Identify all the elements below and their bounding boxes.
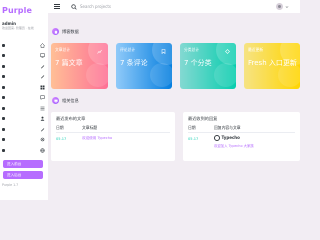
stat-card-comments[interactable]: 评论总计 7 条评论 [116, 43, 172, 89]
brand-name: Purple [2, 5, 32, 15]
brand-logo[interactable]: Purple [0, 0, 48, 20]
monitor-icon [39, 53, 45, 59]
dot-icon [2, 96, 5, 100]
menu-icon[interactable] [54, 3, 62, 11]
panel-title: 最近发布的文章 [56, 116, 86, 121]
sidebar-item-write[interactable] [0, 61, 48, 72]
sidebar-item-comments[interactable] [0, 93, 48, 104]
sidebar-item-dashboard[interactable] [0, 51, 48, 62]
dot-icon [2, 117, 5, 121]
table-row[interactable]: 05.17 欢迎使用 Typecho [56, 134, 170, 144]
sidebar-item-edit[interactable] [0, 124, 48, 135]
comment-content: Typecho 欢迎加入 Typecho 大家族 [214, 134, 254, 148]
sidebar: Purple admin 欢迎回来, 管理员 · 在线 进入前台 进入后台 Pu… [0, 0, 48, 200]
user-icon [39, 116, 45, 122]
sidebar-item-users[interactable] [0, 114, 48, 125]
sidebar-item-categories[interactable] [0, 103, 48, 114]
chart-icon [97, 49, 102, 54]
sidebar-item-settings[interactable] [0, 135, 48, 146]
divider [56, 132, 170, 133]
comment-icon [39, 95, 45, 101]
table-header: 日期 文章标题 [56, 124, 170, 131]
post-title-link[interactable]: 欢迎使用 Typecho [82, 136, 112, 141]
frontend-button[interactable]: 进入前台 [3, 160, 43, 168]
sidebar-item-manage[interactable] [0, 82, 48, 93]
typecho-logo-text: Typecho [221, 135, 240, 140]
section-title: 相关信息 [62, 97, 79, 103]
list-icon [39, 105, 45, 111]
stat-label: 最近更新 [248, 47, 264, 52]
home-icon [52, 28, 59, 35]
column-header-title: 文章标题 [82, 124, 98, 130]
grid-icon [39, 84, 45, 90]
column-header-content: 回复内容与文章 [214, 124, 241, 130]
profile[interactable]: admin 欢迎回来, 管理员 · 在线 [0, 20, 48, 37]
typecho-logo: Typecho [214, 134, 240, 141]
globe-icon [39, 147, 45, 153]
table-header: 日期 回复内容与文章 [188, 124, 295, 131]
recent-posts-panel: 最近发布的文章 日期 文章标题 05.17 欢迎使用 Typecho [51, 112, 175, 161]
search-icon [71, 3, 77, 10]
bookmark-icon [161, 49, 166, 54]
dot-icon [2, 75, 5, 79]
dot-icon [2, 85, 5, 89]
panel-title: 最近收到的回复 [188, 116, 218, 121]
topbar [48, 0, 300, 13]
divider [188, 132, 295, 133]
row-date: 05.17 [188, 136, 199, 141]
dot-icon [2, 43, 5, 47]
sidebar-item-site[interactable] [0, 145, 48, 156]
section-title: 博客数据 [62, 28, 79, 34]
stat-card-posts[interactable]: 文章总计 7 篇文章 [51, 43, 108, 89]
dot-icon [2, 106, 5, 110]
sidebar-item-page[interactable] [0, 72, 48, 83]
row-date: 05.17 [56, 136, 67, 141]
comment-link[interactable]: 欢迎加入 Typecho 大家族 [214, 143, 254, 148]
backend-button[interactable]: 进入后台 [3, 171, 43, 179]
stat-value: 7 篇文章 [55, 59, 83, 67]
stat-value: 7 个分类 [184, 59, 212, 67]
monitor-icon [52, 97, 59, 104]
home-icon [39, 42, 45, 48]
pen-icon [39, 74, 45, 80]
section-header-related-info: 相关信息 [52, 97, 79, 104]
settings-icon [39, 137, 45, 143]
sidebar-item-home[interactable] [0, 40, 48, 51]
stat-value: 7 条评论 [120, 59, 148, 67]
pen-icon [39, 63, 45, 69]
sidebar-footer: Purple 1.7 [2, 183, 19, 187]
avatar[interactable] [276, 3, 283, 10]
stat-card-categories[interactable]: 分类总计 7 个分类 [180, 43, 236, 89]
stat-card-updates[interactable]: 最近更新 Fresh 入口更新 [244, 43, 300, 89]
chevron-down-icon[interactable] [285, 5, 289, 9]
profile-meta: 欢迎回来, 管理员 · 在线 [2, 26, 34, 30]
dot-icon [2, 148, 5, 152]
dot-icon [2, 127, 5, 131]
column-header-date: 日期 [56, 124, 64, 130]
search-input[interactable] [80, 2, 160, 11]
stat-value: Fresh 入口更新 [248, 59, 297, 67]
diamond-icon [225, 49, 230, 54]
table-row[interactable]: 05.17 Typecho 欢迎加入 Typecho 大家族 [188, 134, 295, 148]
column-header-date: 日期 [188, 124, 196, 130]
pen-icon [39, 126, 45, 132]
sidebar-nav [0, 40, 48, 156]
dot-icon [2, 138, 5, 142]
dot-icon [2, 54, 5, 58]
recent-comments-panel: 最近收到的回复 日期 回复内容与文章 05.17 Typecho 欢迎加入 Ty… [183, 112, 300, 161]
section-header-blog-data: 博客数据 [52, 28, 79, 35]
typecho-logo-icon [214, 134, 220, 141]
dot-icon [2, 64, 5, 68]
